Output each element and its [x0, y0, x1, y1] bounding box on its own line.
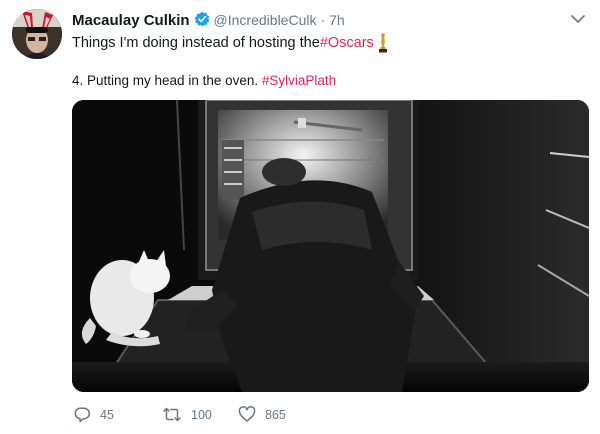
verified-badge-icon [194, 11, 210, 27]
tweet-header: Macaulay Culkin @IncredibleCulk · 7h [72, 9, 345, 29]
like-count: 865 [265, 407, 286, 422]
heart-icon [238, 406, 256, 422]
display-name[interactable]: Macaulay Culkin [72, 12, 190, 29]
like-button[interactable]: 865 [238, 406, 286, 423]
separator-dot: · [320, 12, 326, 28]
tweet-photo[interactable] [72, 100, 589, 392]
tweet-card: Macaulay Culkin @IncredibleCulk · 7h Thi… [0, 0, 600, 434]
retweet-count: 100 [191, 407, 212, 422]
oscar-statuette-icon [378, 33, 388, 53]
tweet-text: Things I'm doing instead of hosting the [72, 35, 320, 51]
tweet-text-item: 4. Putting my head in the oven. [72, 73, 262, 88]
tweet-text-line-2: 4. Putting my head in the oven. #SylviaP… [72, 73, 336, 88]
retweet-button[interactable]: 100 [162, 406, 212, 423]
reply-count: 45 [100, 407, 114, 422]
hashtag-oscars[interactable]: #Oscars [320, 35, 374, 51]
avatar[interactable] [12, 9, 62, 59]
timestamp[interactable]: 7h [329, 12, 345, 28]
tweet-text-line-1: Things I'm doing instead of hosting the … [72, 33, 388, 53]
reply-button[interactable]: 45 [74, 406, 114, 423]
retweet-icon [163, 407, 181, 422]
handle[interactable]: @IncredibleCulk [214, 12, 317, 28]
reply-icon [74, 407, 90, 423]
chevron-down-icon[interactable] [570, 12, 586, 24]
hashtag-sylviaplath[interactable]: #SylviaPlath [262, 73, 336, 88]
